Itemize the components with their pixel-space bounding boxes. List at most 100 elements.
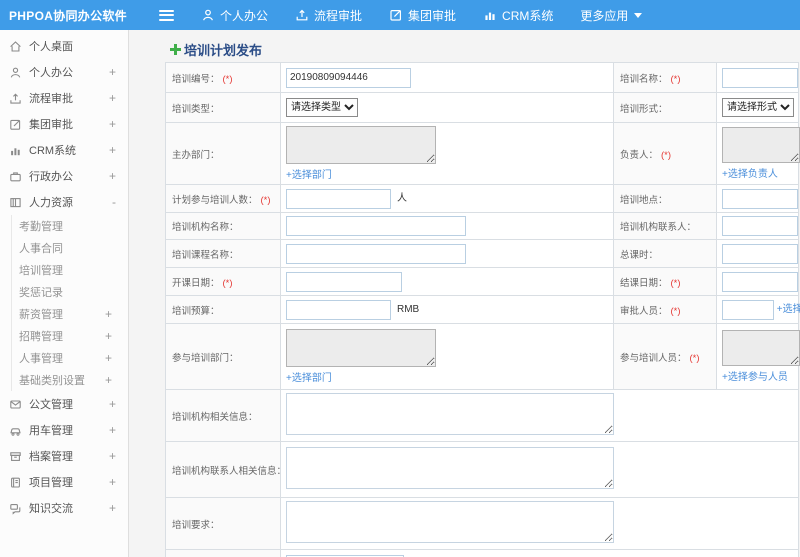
sidebar-item-hr[interactable]: 人力资源 - [0, 189, 128, 215]
sidebar-subitem-recruit[interactable]: 招聘管理 + [12, 325, 128, 347]
label-cell: 培训机构相关信息： [165, 389, 281, 442]
sidebar-item-personal-office[interactable]: 个人办公 + [0, 59, 128, 85]
label-cell: 培训形式： [613, 92, 717, 123]
org-name-input[interactable] [286, 216, 466, 236]
field-label: 培训机构联系人相关信息： [172, 465, 281, 477]
label-cell: 培训名称： (*) [613, 62, 717, 93]
leader-textarea[interactable] [722, 127, 800, 163]
expand-sign: + [104, 307, 112, 321]
select-approver-link[interactable]: +选择审批人员 [777, 300, 800, 315]
participants-textarea[interactable] [722, 330, 800, 366]
select-department-link[interactable]: +选择部门 [286, 369, 332, 384]
label-cell: 培训机构联系人： [613, 212, 717, 240]
nav-item-crm[interactable]: CRM系统 [483, 7, 553, 24]
sidebar-item-admin-office[interactable]: 行政办公 + [0, 163, 128, 189]
participate-department-textarea[interactable] [286, 329, 436, 367]
field-cell: +选择参与人员 [716, 323, 800, 390]
label-cell: 培训要求： [165, 497, 281, 550]
label-cell: 主办部门： [165, 122, 281, 185]
sidebar-subitem-training[interactable]: 培训管理 [12, 259, 128, 281]
field-cell: +选择审批人员 [716, 295, 800, 324]
location-input[interactable] [722, 188, 798, 209]
sidebar-item-label: 个人办公 [29, 67, 73, 79]
select-department-link[interactable]: +选择部门 [286, 166, 332, 181]
sidebar-item-knowledge[interactable]: 知识交流 + [0, 495, 128, 521]
sidebar-item-vehicle[interactable]: 用车管理 + [0, 417, 128, 443]
field-label: 培训编号： [172, 73, 220, 85]
field-cell: 请选择形式 [716, 92, 799, 123]
expand-sign: + [108, 143, 116, 157]
field-cell: +选择部门 [280, 323, 614, 390]
sidebar-item-archive[interactable]: 档案管理 + [0, 443, 128, 469]
sidebar-subitem-label: 招聘管理 [19, 331, 63, 343]
training-number-input[interactable] [286, 67, 411, 88]
training-plan-form: 培训编号：(*) 培训名称：(*) 培训类型： 请选择类型 培训形式： 请选择形… [165, 62, 800, 557]
sidebar-item-official-doc[interactable]: 公文管理 + [0, 391, 128, 417]
org-contact-input[interactable] [722, 216, 798, 236]
sidebar-item-workflow-approval[interactable]: 流程审批 + [0, 85, 128, 111]
nav-item-label: 个人办公 [220, 8, 269, 23]
nav-item-more-apps[interactable]: 更多应用 [580, 7, 643, 24]
expand-sign: + [108, 397, 116, 411]
sidebar-item-project[interactable]: 项目管理 + [0, 469, 128, 495]
upload-icon [9, 92, 22, 105]
sidebar-item-label: 知识交流 [29, 503, 73, 515]
nav-item-workflow-approval[interactable]: 流程审批 [295, 7, 362, 24]
field-cell: RMB [280, 295, 614, 324]
course-name-input[interactable] [286, 243, 466, 264]
sidebar-subitem-attendance[interactable]: 考勤管理 [12, 215, 128, 237]
expand-sign: + [108, 449, 116, 463]
sidebar-item-label: 人力资源 [29, 197, 73, 209]
training-name-input[interactable] [722, 67, 798, 88]
training-type-select[interactable]: 请选择类型 [286, 98, 358, 117]
total-hours-input[interactable] [722, 243, 798, 264]
expand-sign: + [108, 475, 116, 489]
sidebar-subitem-salary[interactable]: 薪资管理 + [12, 303, 128, 325]
sidebar-item-group-approval[interactable]: 集团审批 + [0, 111, 128, 137]
sidebar-subitem-personnel[interactable]: 人事管理 + [12, 347, 128, 369]
field-label: 主办部门： [172, 149, 220, 161]
sidebar-item-desktop[interactable]: 个人桌面 [0, 33, 128, 59]
hr-submenu: 考勤管理 人事合同 培训管理 奖惩记录 薪资管理 + 招聘管理 + 人事管理 +… [11, 215, 128, 391]
sidebar-subitem-hr-contract[interactable]: 人事合同 [12, 237, 128, 259]
sidebar-subitem-base-category[interactable]: 基础类别设置 + [12, 369, 128, 391]
org-info-textarea[interactable] [286, 393, 614, 435]
org-contact-info-textarea[interactable] [286, 447, 614, 489]
label-cell: 参与培训部门： [165, 323, 281, 390]
label-cell: 培训编号： (*) [165, 62, 281, 93]
field-cell [280, 497, 799, 550]
expand-sign: + [108, 423, 116, 437]
approver-input[interactable] [722, 299, 774, 320]
field-label: 培训要求： [172, 519, 220, 531]
sidebar-item-crm[interactable]: CRM系统 + [0, 137, 128, 163]
required-marker: (*) [222, 277, 233, 289]
field-label: 培训机构相关信息： [172, 411, 258, 423]
nav-item-group-approval[interactable]: 集团审批 [389, 7, 456, 24]
select-leader-link[interactable]: +选择负责人 [722, 165, 778, 180]
start-date-input[interactable] [286, 271, 402, 292]
field-label: 审批人员： [620, 305, 668, 317]
budget-input[interactable] [286, 299, 391, 320]
label-cell: 开课日期： (*) [165, 267, 281, 296]
sidebar-subitem-label: 人事管理 [19, 353, 63, 365]
sidebar-subitem-label: 薪资管理 [19, 309, 63, 321]
expand-sign: + [108, 91, 116, 105]
caret-down-icon [634, 12, 643, 18]
end-date-input[interactable] [722, 271, 798, 292]
host-department-textarea[interactable] [286, 126, 436, 164]
sidebar-subitem-rewards[interactable]: 奖惩记录 [12, 281, 128, 303]
field-label: 培训形式： [620, 103, 668, 115]
expand-sign: + [104, 373, 112, 387]
sidebar-subitem-label: 奖惩记录 [19, 287, 63, 299]
training-form-select[interactable]: 请选择形式 [722, 98, 794, 117]
sidebar-item-label: CRM系统 [29, 145, 77, 157]
page-title-text: 培训计划发布 [184, 43, 263, 58]
nav-item-personal-office[interactable]: 个人办公 [201, 7, 268, 24]
app-logo: PHPOA协同办公软件 [9, 8, 127, 23]
sidebar-item-label: 行政办公 [29, 171, 73, 183]
select-participants-link[interactable]: +选择参与人员 [722, 368, 788, 383]
menu-toggle-icon[interactable] [159, 9, 174, 21]
participant-count-input[interactable] [286, 188, 391, 209]
requirements-textarea[interactable] [286, 501, 614, 543]
label-cell: 培训类型： [165, 92, 281, 123]
